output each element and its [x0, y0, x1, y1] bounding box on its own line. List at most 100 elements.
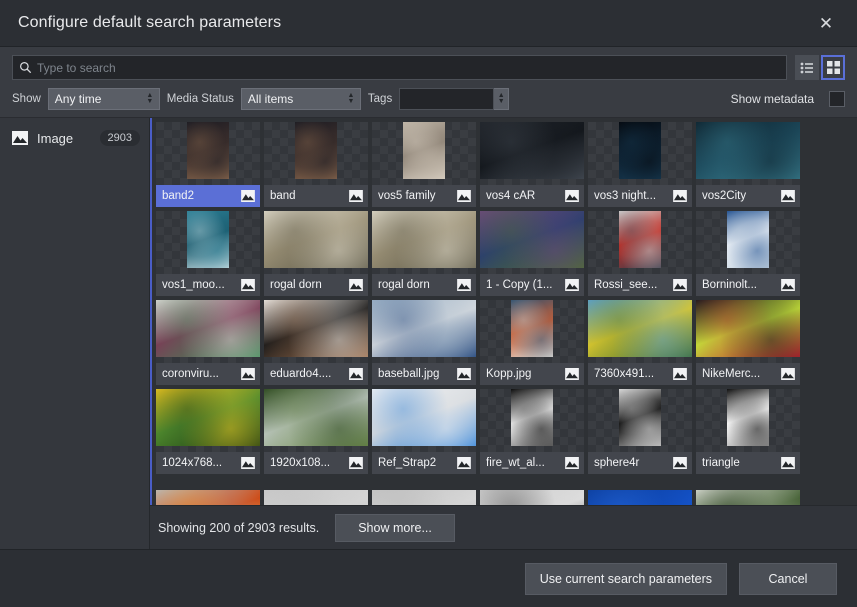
grid-item-caption: vos4 cAR [480, 185, 584, 207]
grid-item-label: vos2City [702, 190, 747, 202]
grid-item-label: eduardo4.... [270, 368, 332, 380]
thumbnail-image [511, 389, 553, 446]
grid-view-icon[interactable] [821, 55, 845, 80]
show-timeframe-select[interactable]: Any time ▲ ▼ [47, 88, 160, 110]
grid-item[interactable]: vos5 family [372, 122, 476, 207]
grid-item[interactable]: 1 - Copy (1... [480, 211, 584, 296]
list-view-icon[interactable] [795, 55, 819, 80]
grid-item-label: rogal dorn [378, 279, 430, 291]
grid-item[interactable]: eduardo4.... [264, 300, 368, 385]
sidebar-item-image[interactable]: Image 2903 [0, 126, 149, 150]
grid-item[interactable]: coronviru... [156, 300, 260, 385]
thumbnail-image [480, 490, 584, 505]
grid-item[interactable]: vos3 night... [588, 122, 692, 207]
grid-item[interactable]: band2 [156, 122, 260, 207]
dialog-titlebar: Configure default search parameters ✕ [0, 0, 857, 47]
tags-label: Tags [367, 93, 393, 105]
grid-item-caption: Borninolt... [696, 274, 800, 296]
grid-item[interactable]: vos4 cAR [480, 122, 584, 207]
grid-item-caption: Kopp.jpg [480, 363, 584, 385]
grid-item[interactable]: baseball.jpg [372, 300, 476, 385]
image-icon [349, 368, 363, 380]
grid-item-caption: Ref_Strap2 [372, 452, 476, 474]
show-more-button[interactable]: Show more... [335, 513, 455, 542]
grid-item-caption: eduardo4.... [264, 363, 368, 385]
thumbnail-image [588, 490, 692, 505]
grid-item-caption: 1 - Copy (1... [480, 274, 584, 296]
view-toggle-group [795, 55, 845, 80]
configure-search-dialog: Configure default search parameters ✕ Ty… [0, 0, 857, 607]
image-icon [565, 279, 579, 291]
grid-item[interactable]: rogal dorn [372, 211, 476, 296]
grid-item[interactable]: NikeMerc... [696, 300, 800, 385]
grid-item-caption: rogal dorn [372, 274, 476, 296]
cancel-button[interactable]: Cancel [739, 562, 837, 595]
thumbnail-image [295, 122, 337, 179]
grid-item-label: vos1_moo... [162, 279, 225, 291]
thumbnail-image [696, 490, 800, 505]
thumbnail-image [372, 300, 476, 357]
grid-item-label: fire_wt_al... [486, 457, 545, 469]
sidebar-item-count: 2903 [99, 130, 140, 146]
media-status-select[interactable]: All items ▲ ▼ [240, 88, 361, 110]
grid-item-label: 1 - Copy (1... [486, 279, 553, 291]
tags-input[interactable] [399, 88, 495, 110]
grid-item-caption: vos2City [696, 185, 800, 207]
dialog-title: Configure default search parameters [18, 14, 282, 31]
thumbnail-image [156, 490, 260, 505]
grid-item[interactable]: Ref_Strap2 [372, 389, 476, 474]
thumbnail-image [480, 122, 584, 179]
search-row [12, 55, 845, 80]
image-icon [673, 279, 687, 291]
results-grid: band2 band vos5 family vos4 cAR vos3 night..… [152, 118, 857, 474]
search-box[interactable] [12, 55, 787, 80]
show-label: Show [12, 93, 41, 105]
tags-chevron-updown-icon[interactable]: ▲ ▼ [494, 88, 510, 110]
grid-item-label: Rossi_see... [594, 279, 658, 291]
grid-item-caption: vos3 night... [588, 185, 692, 207]
grid-item[interactable]: 7360x491... [588, 300, 692, 385]
grid-item[interactable]: 1920x108... [264, 389, 368, 474]
grid-item[interactable]: Kopp.jpg [480, 300, 584, 385]
use-current-search-parameters-button[interactable]: Use current search parameters [524, 562, 727, 595]
show-metadata-checkbox[interactable] [829, 91, 845, 107]
grid-item[interactable]: vos1_moo... [156, 211, 260, 296]
grid-item-caption: rogal dorn [264, 274, 368, 296]
thumbnail-image [264, 211, 368, 268]
image-icon [673, 190, 687, 202]
grid-item-label: 7360x491... [594, 368, 655, 380]
grid-item-partial[interactable] [156, 490, 260, 505]
grid-item[interactable]: Rossi_see... [588, 211, 692, 296]
image-icon [349, 457, 363, 469]
grid-item[interactable]: fire_wt_al... [480, 389, 584, 474]
image-icon [781, 190, 795, 202]
grid-item-partial[interactable] [480, 490, 584, 505]
close-icon[interactable]: ✕ [809, 8, 843, 38]
grid-item-label: 1024x768... [162, 457, 223, 469]
image-icon [457, 368, 471, 380]
grid-item-partial[interactable] [372, 490, 476, 505]
grid-item[interactable]: rogal dorn [264, 211, 368, 296]
thumbnail-image [187, 211, 229, 268]
image-icon [565, 457, 579, 469]
results-count-text: Showing 200 of 2903 results. [158, 520, 320, 535]
partial-row-strip [156, 490, 800, 505]
grid-item-partial[interactable] [264, 490, 368, 505]
grid-item-partial[interactable] [588, 490, 692, 505]
grid-item-label: 1920x108... [270, 457, 331, 469]
grid-item[interactable]: triangle [696, 389, 800, 474]
grid-item[interactable]: vos2City [696, 122, 800, 207]
grid-item-caption: fire_wt_al... [480, 452, 584, 474]
grid-item-partial[interactable] [696, 490, 800, 505]
thumbnail-image [372, 490, 476, 505]
grid-item-caption: 7360x491... [588, 363, 692, 385]
grid-item[interactable]: band [264, 122, 368, 207]
search-input[interactable] [37, 56, 780, 79]
filter-row: Show Any time ▲ ▼ Media Status All items … [12, 88, 845, 110]
grid-item[interactable]: Borninolt... [696, 211, 800, 296]
results-grid-container[interactable]: band2 band vos5 family vos4 cAR vos3 night..… [150, 118, 857, 505]
grid-item[interactable]: 1024x768... [156, 389, 260, 474]
grid-item[interactable]: sphere4r [588, 389, 692, 474]
image-icon [241, 279, 255, 291]
image-icon [241, 368, 255, 380]
